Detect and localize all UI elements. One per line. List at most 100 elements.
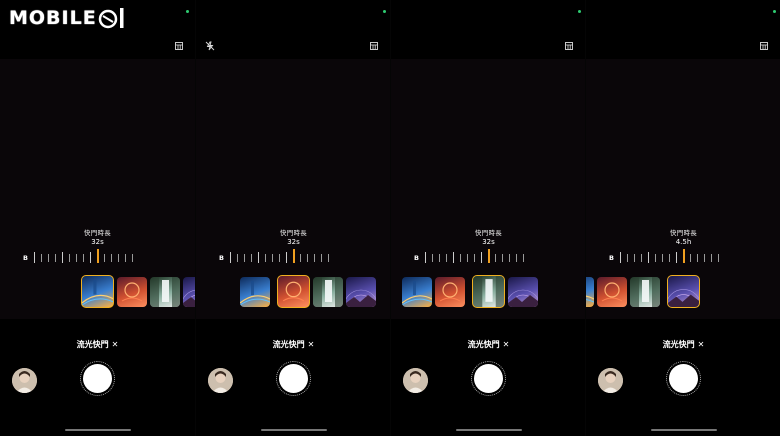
- slider-tick: [118, 254, 119, 262]
- shutter-duration-value: 32s: [287, 238, 300, 246]
- effect-thumb-star-trails[interactable]: [508, 277, 538, 307]
- home-indicator[interactable]: [456, 429, 522, 431]
- slider-tick: [307, 254, 308, 262]
- close-mode-icon[interactable]: ✕: [112, 340, 119, 349]
- effect-thumb-vehicle-trails[interactable]: [586, 277, 594, 307]
- mode-label-text: 流光快門: [76, 340, 109, 349]
- gallery-thumbnail[interactable]: [208, 368, 233, 393]
- gallery-thumbnail[interactable]: [403, 368, 428, 393]
- home-indicator[interactable]: [261, 429, 327, 431]
- close-mode-icon[interactable]: ✕: [308, 340, 315, 349]
- effect-thumb-light-painting[interactable]: [277, 275, 310, 308]
- shutter-duration-label: 快門時長: [83, 229, 112, 237]
- shutter-duration-slider[interactable]: B: [586, 248, 780, 266]
- status-indicator-dot: [578, 10, 581, 13]
- effect-preview-image: [439, 282, 461, 302]
- slider-tick: [230, 252, 231, 263]
- effect-preview-image: [601, 282, 623, 302]
- shutter-duration-slider[interactable]: B: [0, 248, 195, 266]
- mode-label-text: 流光快門: [662, 340, 695, 349]
- slider-tick: [432, 254, 433, 262]
- home-indicator[interactable]: [65, 429, 131, 431]
- camera-screen-3: 快門時長 32s B 流光快門 ✕: [390, 0, 585, 436]
- mobile01-watermark-logo: MOBILE: [9, 6, 127, 30]
- slider-tick: [41, 254, 42, 262]
- slider-tick: [627, 254, 628, 262]
- slider-tick: [300, 254, 301, 262]
- slider-tick: [132, 254, 133, 262]
- effect-preview-image: [668, 289, 699, 307]
- slider-tick: [718, 254, 719, 262]
- effect-thumb-silky-water[interactable]: [630, 277, 660, 307]
- effect-preview-image: [508, 289, 538, 307]
- slider-tick: [286, 252, 287, 263]
- shutter-button[interactable]: [474, 364, 503, 393]
- slider-tick: [460, 254, 461, 262]
- slider-tick: [251, 254, 252, 262]
- effect-thumb-light-painting[interactable]: [117, 277, 147, 307]
- camera-screen-2: 快門時長 32s B 流光快門 ✕: [195, 0, 390, 436]
- effect-preview-image: [473, 276, 504, 307]
- effect-preview-image: [402, 281, 432, 306]
- gallery-preview-image: [403, 368, 428, 393]
- status-indicator-dot: [186, 10, 189, 13]
- shutter-duration-slider[interactable]: B: [196, 248, 390, 266]
- effect-thumb-silky-water[interactable]: [472, 275, 505, 308]
- mode-label-text: 流光快門: [272, 340, 305, 349]
- mode-title: 流光快門 ✕: [196, 339, 390, 350]
- shutter-duration-value: 32s: [482, 238, 495, 246]
- camera-screens-row: 快門時長 32s B 流光快門 ✕ 快門時長 32s B 流光快門 ✕ 快門時長 32s B 流光快門 ✕ 快…: [0, 0, 780, 436]
- slider-tick: [83, 254, 84, 262]
- shutter-duration-value: 4.5h: [675, 238, 692, 246]
- shutter-duration-slider[interactable]: B: [391, 248, 585, 266]
- settings-icon[interactable]: [759, 41, 769, 51]
- shutter-button[interactable]: [669, 364, 698, 393]
- slider-tick: [439, 254, 440, 262]
- mode-label-text: 流光快門: [467, 340, 500, 349]
- shutter-duration-label: 快門時長: [669, 229, 698, 237]
- effect-thumb-light-painting[interactable]: [597, 277, 627, 307]
- shutter-button[interactable]: [279, 364, 308, 393]
- effect-preview-image: [630, 277, 660, 307]
- effect-thumb-vehicle-trails[interactable]: [402, 277, 432, 307]
- flash-off-icon[interactable]: [205, 41, 215, 51]
- effect-thumb-silky-water[interactable]: [313, 277, 343, 307]
- settings-icon[interactable]: [564, 41, 574, 51]
- camera-screen-4: 快門時長 4.5h B 流光快門 ✕: [585, 0, 780, 436]
- settings-icon[interactable]: [369, 41, 379, 51]
- status-indicator-dot: [383, 10, 386, 13]
- slider-current-marker: [293, 249, 295, 263]
- slider-tick: [425, 252, 426, 263]
- close-mode-icon[interactable]: ✕: [503, 340, 510, 349]
- watermark-text: MOBILE: [9, 7, 97, 29]
- slider-tick: [523, 254, 524, 262]
- bulb-mode-label: B: [414, 254, 419, 262]
- effect-thumb-star-trails[interactable]: [346, 277, 376, 307]
- slider-tick: [48, 254, 49, 262]
- slider-tick: [62, 252, 63, 263]
- slider-tick: [104, 254, 105, 262]
- slider-tick: [697, 254, 698, 262]
- gallery-thumbnail[interactable]: [12, 368, 37, 393]
- effect-thumb-silky-water[interactable]: [150, 277, 180, 307]
- mode-title: 流光快門 ✕: [586, 339, 780, 350]
- effect-thumb-vehicle-trails[interactable]: [240, 277, 270, 307]
- mode-title: 流光快門 ✕: [391, 339, 585, 350]
- slider-tick: [669, 254, 670, 262]
- effect-thumb-light-painting[interactable]: [435, 277, 465, 307]
- effect-selector-strip: [0, 275, 195, 309]
- shutter-button[interactable]: [83, 364, 112, 393]
- effect-thumb-star-trails[interactable]: [667, 275, 700, 308]
- slider-current-marker: [683, 249, 685, 263]
- slider-tick: [279, 254, 280, 262]
- settings-icon[interactable]: [174, 41, 184, 51]
- gallery-thumbnail[interactable]: [598, 368, 623, 393]
- home-indicator[interactable]: [651, 429, 717, 431]
- gallery-preview-image: [598, 368, 623, 393]
- effect-thumb-vehicle-trails[interactable]: [81, 275, 114, 308]
- slider-tick: [509, 254, 510, 262]
- close-mode-icon[interactable]: ✕: [698, 340, 705, 349]
- gallery-preview-image: [208, 368, 233, 393]
- effect-preview-image: [586, 295, 594, 303]
- effect-thumb-star-trails[interactable]: [183, 277, 195, 307]
